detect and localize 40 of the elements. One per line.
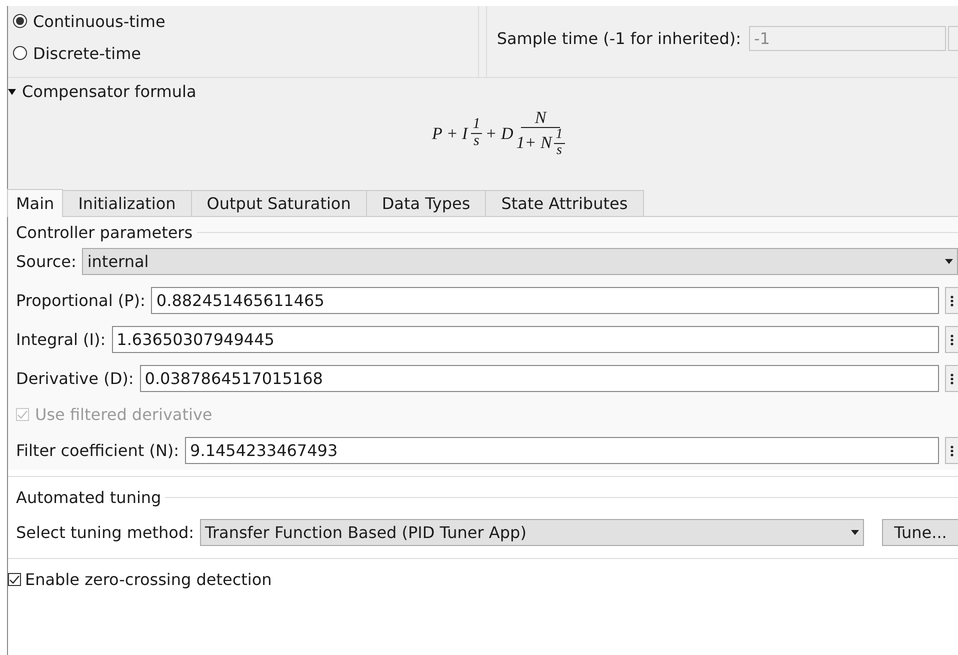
more-options-icon: [950, 334, 954, 346]
tuning-method-dropdown[interactable]: Transfer Function Based (PID Tuner App): [200, 519, 864, 546]
dropdown-caret-icon: [945, 259, 953, 264]
radio-label: Continuous-time: [33, 12, 166, 30]
tab[interactable]: Main: [7, 189, 64, 217]
more-options-button[interactable]: [945, 287, 958, 314]
parameter-field[interactable]: 0.0387864517015168: [140, 365, 939, 392]
source-dropdown[interactable]: internal: [82, 248, 958, 275]
tab[interactable]: Initialization: [62, 190, 192, 216]
group-title: Controller parameters: [16, 222, 193, 242]
field-label: Proportional (P):: [16, 291, 146, 310]
checkbox-label: Use filtered derivative: [35, 405, 212, 424]
field-label: Filter coefficient (N):: [16, 441, 180, 460]
field-label: Sample time (-1 for inherited):: [496, 29, 741, 48]
field-label: Source:: [16, 252, 76, 271]
more-options-icon: [950, 444, 954, 456]
radio-button[interactable]: [13, 14, 27, 28]
parameter-field[interactable]: 1.63650307949445: [112, 326, 939, 353]
radio-button[interactable]: [13, 46, 27, 60]
tab[interactable]: Output Saturation: [190, 190, 367, 216]
parameter-field[interactable]: 9.1454233467493: [185, 437, 939, 464]
tab[interactable]: Data Types: [366, 190, 486, 216]
group-title: Automated tuning: [16, 488, 162, 506]
more-options-button[interactable]: [945, 437, 958, 464]
tune-button[interactable]: Tune...: [882, 519, 958, 546]
radio-label: Discrete-time: [33, 44, 142, 62]
field-label: Select tuning method:: [16, 523, 194, 542]
checkbox[interactable]: [8, 572, 21, 586]
more-options-icon: [950, 294, 954, 306]
dropdown-caret-icon: [851, 530, 860, 535]
more-options-icon: [950, 372, 954, 384]
caret-icon: [8, 88, 16, 96]
tab[interactable]: State Attributes: [485, 190, 644, 216]
parameter-field[interactable]: 0.882451465611465: [151, 287, 939, 314]
more-options-button[interactable]: [945, 365, 958, 392]
field-label: Integral (I):: [16, 330, 106, 349]
section-toggle[interactable]: Compensator formula: [8, 82, 196, 101]
more-options-button[interactable]: [945, 326, 958, 353]
checkbox-label: Enable zero-crossing detection: [25, 570, 272, 588]
field-label: Derivative (D):: [16, 369, 134, 388]
